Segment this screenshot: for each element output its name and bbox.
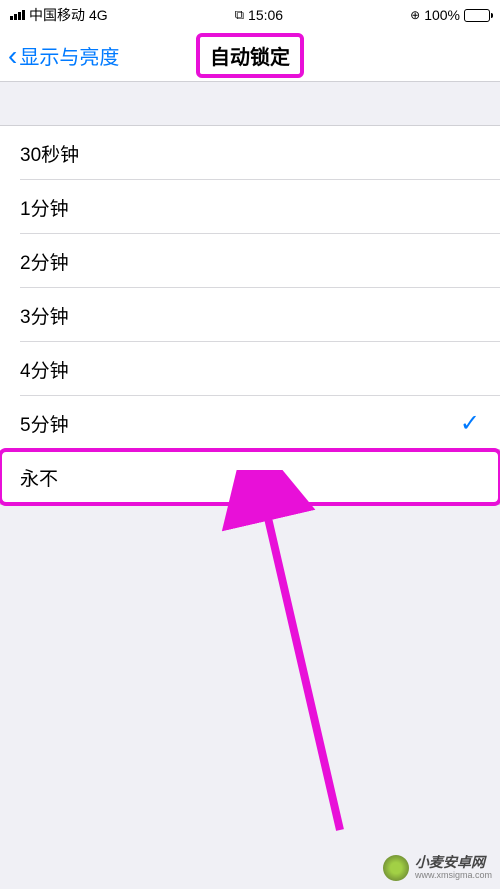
- clock: 15:06: [248, 7, 283, 23]
- network-label: 4G: [89, 7, 108, 23]
- option-row[interactable]: 永不: [0, 450, 500, 504]
- watermark: 小麦安卓网 www.xmsigma.com: [383, 855, 492, 881]
- section-spacer: [0, 82, 500, 125]
- nav-bar: ‹ 显示与亮度 自动锁定: [0, 30, 500, 82]
- battery-icon: [464, 9, 490, 22]
- options-list: 30秒钟 1分钟 2分钟 3分钟 4分钟 5分钟 ✓ 永不: [0, 125, 500, 505]
- page-title: 自动锁定: [196, 33, 304, 78]
- status-right: ⊕ 100%: [410, 7, 490, 23]
- chevron-left-icon: ‹: [8, 42, 17, 70]
- hotspot-icon: ⧉: [235, 7, 244, 23]
- option-row[interactable]: 4分钟: [0, 342, 500, 396]
- option-label: 5分钟: [20, 410, 69, 437]
- back-label: 显示与亮度: [19, 41, 119, 70]
- status-center: ⧉ 15:06: [235, 7, 283, 23]
- rotation-lock-icon: ⊕: [410, 8, 420, 22]
- option-row[interactable]: 5分钟 ✓: [0, 396, 500, 450]
- option-row[interactable]: 30秒钟: [0, 126, 500, 180]
- option-label: 3分钟: [20, 302, 69, 329]
- option-label: 2分钟: [20, 248, 69, 275]
- battery-pct: 100%: [424, 7, 460, 23]
- option-label: 永不: [20, 464, 58, 491]
- option-row[interactable]: 2分钟: [0, 234, 500, 288]
- option-label: 1分钟: [20, 194, 69, 221]
- option-row[interactable]: 1分钟: [0, 180, 500, 234]
- status-left: 中国移动 4G: [10, 5, 108, 25]
- back-button[interactable]: ‹ 显示与亮度: [0, 41, 119, 70]
- signal-icon: [10, 10, 25, 20]
- annotation-arrow: [130, 470, 370, 850]
- option-row[interactable]: 3分钟: [0, 288, 500, 342]
- status-bar: 中国移动 4G ⧉ 15:06 ⊕ 100%: [0, 0, 500, 30]
- watermark-logo-icon: [383, 855, 409, 881]
- option-label: 4分钟: [20, 356, 69, 383]
- checkmark-icon: ✓: [460, 409, 480, 438]
- option-label: 30秒钟: [20, 140, 79, 167]
- watermark-en: www.xmsigma.com: [415, 871, 492, 881]
- carrier-label: 中国移动: [29, 5, 85, 25]
- watermark-cn: 小麦安卓网: [415, 855, 492, 870]
